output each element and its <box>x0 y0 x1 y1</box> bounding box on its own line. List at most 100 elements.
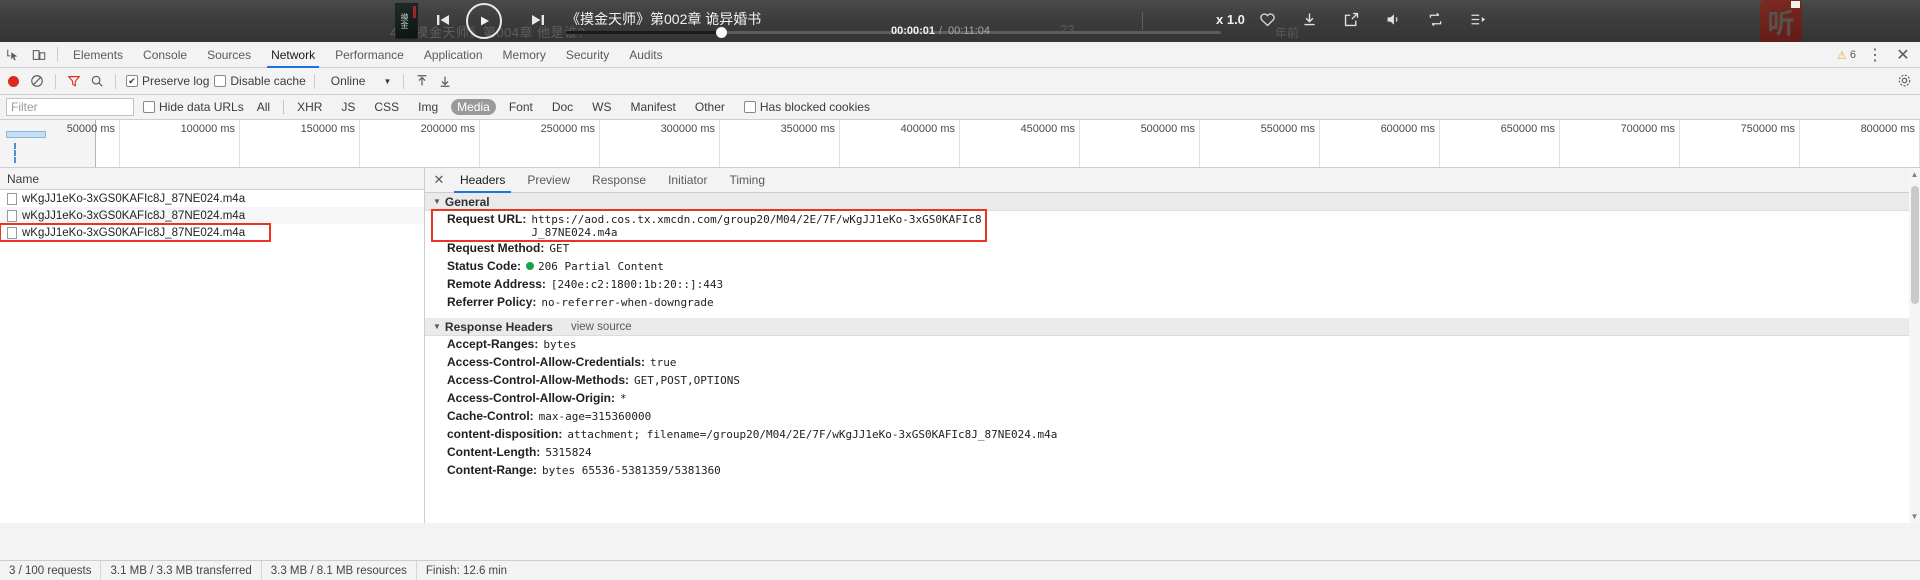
tab-application[interactable]: Application <box>414 42 493 68</box>
record-button[interactable] <box>8 75 19 87</box>
import-har-icon[interactable] <box>412 71 432 91</box>
more-options-icon[interactable]: ⋮ <box>1862 43 1888 67</box>
details-scrollbar[interactable]: ▲ ▼ <box>1909 168 1920 523</box>
file-icon <box>7 226 17 239</box>
disable-cache-checkbox[interactable]: Disable cache <box>214 74 306 88</box>
export-har-icon[interactable] <box>435 71 455 91</box>
play-icon[interactable] <box>466 3 502 39</box>
tab-preview[interactable]: Preview <box>516 168 581 193</box>
player-ghost-text-2: 23 <box>1060 22 1075 37</box>
response-header-row: Access-Control-Allow-Origin: * <box>425 390 1920 408</box>
general-headers-list: Request URL: https://aod.cos.tx.xmcdn.com… <box>425 209 1920 312</box>
warning-count-badge[interactable]: ⚠ 6 <box>1833 49 1860 62</box>
repeat-icon[interactable] <box>1427 11 1444 33</box>
response-headers-section-header[interactable]: ▼ Response Headers view source <box>425 318 1920 336</box>
filter-type-font[interactable]: Font <box>503 99 539 115</box>
hide-data-urls-checkbox[interactable]: Hide data URLs <box>143 100 244 114</box>
tab-response[interactable]: Response <box>581 168 657 193</box>
filter-type-xhr[interactable]: XHR <box>291 99 328 115</box>
filter-type-ws[interactable]: WS <box>586 99 617 115</box>
throttling-select[interactable]: Online ▼ <box>327 74 396 88</box>
scroll-down-arrow-icon[interactable]: ▼ <box>1910 512 1919 521</box>
download-icon[interactable] <box>1301 11 1318 33</box>
tab-elements[interactable]: Elements <box>63 42 133 68</box>
timeline-tick-label: 800000 ms <box>1860 123 1915 135</box>
close-details-icon[interactable]: ✕ <box>429 172 449 188</box>
filter-type-css[interactable]: CSS <box>368 99 405 115</box>
view-source-link[interactable]: view source <box>571 321 632 333</box>
scroll-up-arrow-icon[interactable]: ▲ <box>1910 170 1919 179</box>
tab-memory[interactable]: Memory <box>493 42 556 68</box>
header-key: Content-Length: <box>447 445 541 459</box>
has-blocked-cookies-checkbox[interactable]: Has blocked cookies <box>743 100 870 114</box>
progress-knob[interactable] <box>716 27 727 38</box>
header-value: * <box>620 392 627 405</box>
tab-timing[interactable]: Timing <box>718 168 776 193</box>
timeline-tick: 200000 ms <box>360 120 480 167</box>
timeline-tick-label: 650000 ms <box>1500 123 1555 135</box>
throttling-value: Online <box>330 74 366 88</box>
search-icon[interactable] <box>87 71 107 91</box>
table-row[interactable]: wKgJJ1eKo-3xGS0KAFIc8J_87NE024.m4a <box>0 223 271 242</box>
tab-sources[interactable]: Sources <box>197 42 261 68</box>
response-header-row: Accept-Ranges: bytes <box>425 336 1920 354</box>
album-art-label: 摸金 <box>400 13 409 29</box>
timeline-tick-label: 250000 ms <box>540 123 595 135</box>
close-devtools-icon[interactable]: ✕ <box>1890 43 1916 67</box>
filter-type-other[interactable]: Other <box>689 99 731 115</box>
filter-type-all[interactable]: All <box>251 99 276 115</box>
preserve-log-checkbox[interactable]: Preserve log <box>126 74 209 88</box>
player-ghost-text-3: 年前 <box>1275 26 1300 40</box>
filter-type-img[interactable]: Img <box>412 99 444 115</box>
filter-type-media[interactable]: Media <box>451 99 496 115</box>
status-requests: 3 / 100 requests <box>0 560 102 580</box>
has-blocked-cookies-box[interactable] <box>743 101 756 113</box>
header-key: Accept-Ranges: <box>447 337 539 351</box>
request-name: wKgJJ1eKo-3xGS0KAFIc8J_87NE024.m4a <box>22 226 246 239</box>
gear-icon[interactable] <box>1897 73 1912 93</box>
timeline-tick-label: 550000 ms <box>1260 123 1315 135</box>
filter-type-js[interactable]: JS <box>335 99 361 115</box>
scrollbar-thumb[interactable] <box>1911 186 1919 304</box>
album-art: 摸金 <box>395 3 418 39</box>
tab-headers[interactable]: Headers <box>449 168 516 193</box>
filter-type-manifest[interactable]: Manifest <box>625 99 682 115</box>
prev-icon[interactable] <box>435 12 451 33</box>
network-timeline-overview[interactable]: 50000 ms 100000 ms 150000 ms 200000 ms 25000… <box>0 120 1920 168</box>
header-value: true <box>650 356 677 369</box>
toggle-device-toolbar-icon[interactable] <box>26 43 52 67</box>
tab-initiator[interactable]: Initiator <box>657 168 718 193</box>
filter-input[interactable] <box>6 98 134 116</box>
tab-network[interactable]: Network <box>261 42 325 68</box>
request-list-header[interactable]: Name <box>0 168 424 190</box>
timeline-tick: 600000 ms <box>1320 120 1440 167</box>
response-header-row: Content-Range: bytes 65536-5381359/538136… <box>425 462 1920 480</box>
heart-icon[interactable] <box>1259 11 1276 33</box>
volume-icon[interactable] <box>1385 11 1402 33</box>
header-key: Cache-Control: <box>447 409 534 423</box>
chevron-down-icon: ▼ <box>383 76 392 86</box>
general-section-header[interactable]: ▼ General <box>425 193 1920 211</box>
timeline-tick-label: 350000 ms <box>780 123 835 135</box>
tab-audits[interactable]: Audits <box>619 42 672 68</box>
current-time: 00:00:01 <box>891 25 936 37</box>
tab-security[interactable]: Security <box>556 42 619 68</box>
disable-cache-box[interactable] <box>214 75 227 87</box>
share-icon[interactable] <box>1343 11 1360 33</box>
header-key: Content-Range: <box>447 463 537 477</box>
playlist-icon[interactable] <box>1469 11 1486 33</box>
filter-divider <box>283 100 285 114</box>
next-icon[interactable] <box>530 12 546 33</box>
filter-type-doc[interactable]: Doc <box>546 99 579 115</box>
clear-icon[interactable] <box>27 71 47 91</box>
filter-icon[interactable] <box>64 71 84 91</box>
tab-console[interactable]: Console <box>133 42 197 68</box>
hide-data-urls-box[interactable] <box>143 101 155 113</box>
inspect-element-icon[interactable] <box>0 43 26 67</box>
table-row[interactable]: wKgJJ1eKo-3xGS0KAFIc8J_87NE024.m4a <box>0 207 424 224</box>
tab-performance[interactable]: Performance <box>325 42 414 68</box>
collapse-triangle-icon: ▼ <box>433 197 441 206</box>
table-row[interactable]: wKgJJ1eKo-3xGS0KAFIc8J_87NE024.m4a <box>0 190 424 207</box>
preserve-log-box[interactable] <box>126 75 138 87</box>
playback-speed[interactable]: x 1.0 <box>1216 12 1245 27</box>
